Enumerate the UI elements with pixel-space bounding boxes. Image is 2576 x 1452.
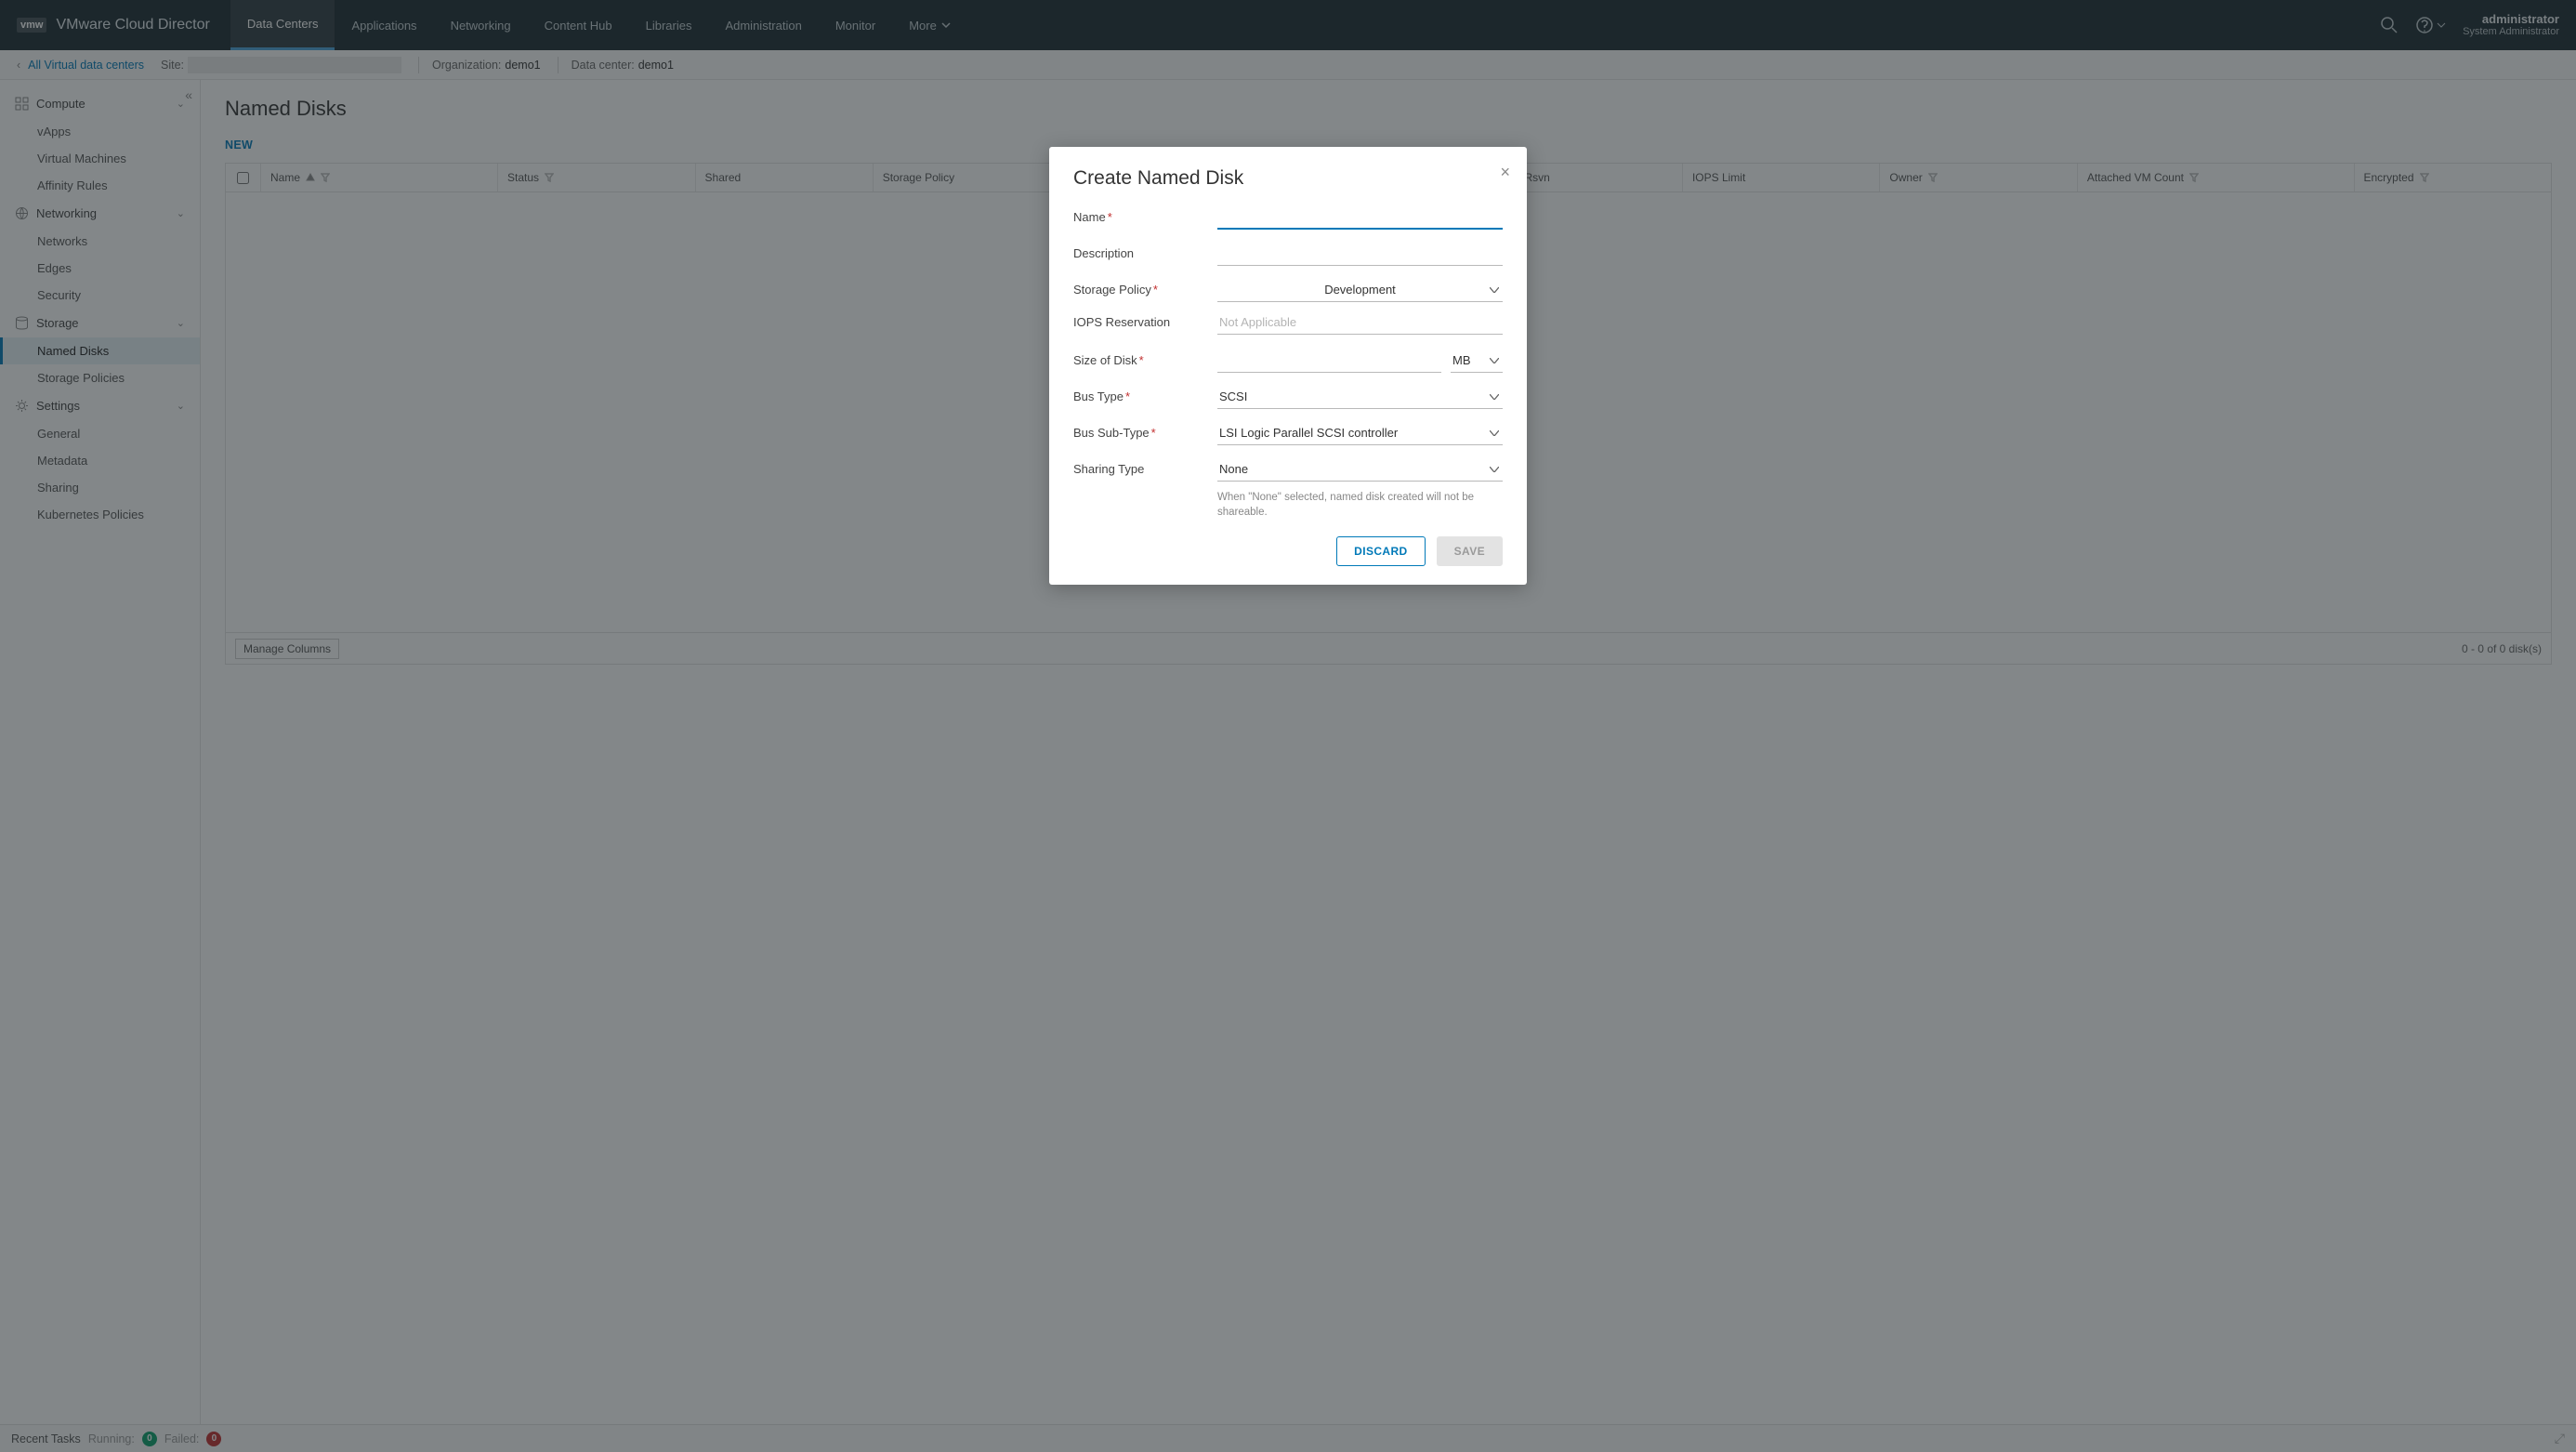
description-label: Description bbox=[1073, 243, 1217, 260]
storage-policy-select[interactable]: Development bbox=[1217, 279, 1503, 302]
sharing-type-select[interactable]: None bbox=[1217, 458, 1503, 482]
bus-type-select[interactable]: SCSI bbox=[1217, 386, 1503, 409]
iops-input bbox=[1217, 311, 1503, 335]
sharing-type-label: Sharing Type bbox=[1073, 458, 1217, 476]
description-input[interactable] bbox=[1217, 243, 1503, 266]
size-unit-select[interactable]: MB bbox=[1451, 350, 1503, 373]
iops-label: IOPS Reservation bbox=[1073, 311, 1217, 329]
save-button[interactable]: SAVE bbox=[1437, 536, 1503, 566]
name-label: Name* bbox=[1073, 206, 1217, 224]
size-label: Size of Disk* bbox=[1073, 350, 1217, 367]
modal-overlay: × Create Named Disk Name* Description St… bbox=[0, 0, 2576, 1452]
name-input[interactable] bbox=[1217, 206, 1503, 230]
bus-subtype-label: Bus Sub-Type* bbox=[1073, 422, 1217, 440]
storage-policy-label: Storage Policy* bbox=[1073, 279, 1217, 297]
sharing-hint: When "None" selected, named disk created… bbox=[1217, 491, 1503, 520]
bus-type-label: Bus Type* bbox=[1073, 386, 1217, 403]
discard-button[interactable]: DISCARD bbox=[1336, 536, 1425, 566]
bus-subtype-select[interactable]: LSI Logic Parallel SCSI controller bbox=[1217, 422, 1503, 445]
modal-title: Create Named Disk bbox=[1073, 167, 1503, 190]
size-input[interactable] bbox=[1217, 350, 1441, 373]
modal-actions: DISCARD SAVE bbox=[1073, 536, 1503, 566]
close-icon[interactable]: × bbox=[1500, 164, 1510, 180]
create-named-disk-modal: × Create Named Disk Name* Description St… bbox=[1049, 147, 1527, 585]
